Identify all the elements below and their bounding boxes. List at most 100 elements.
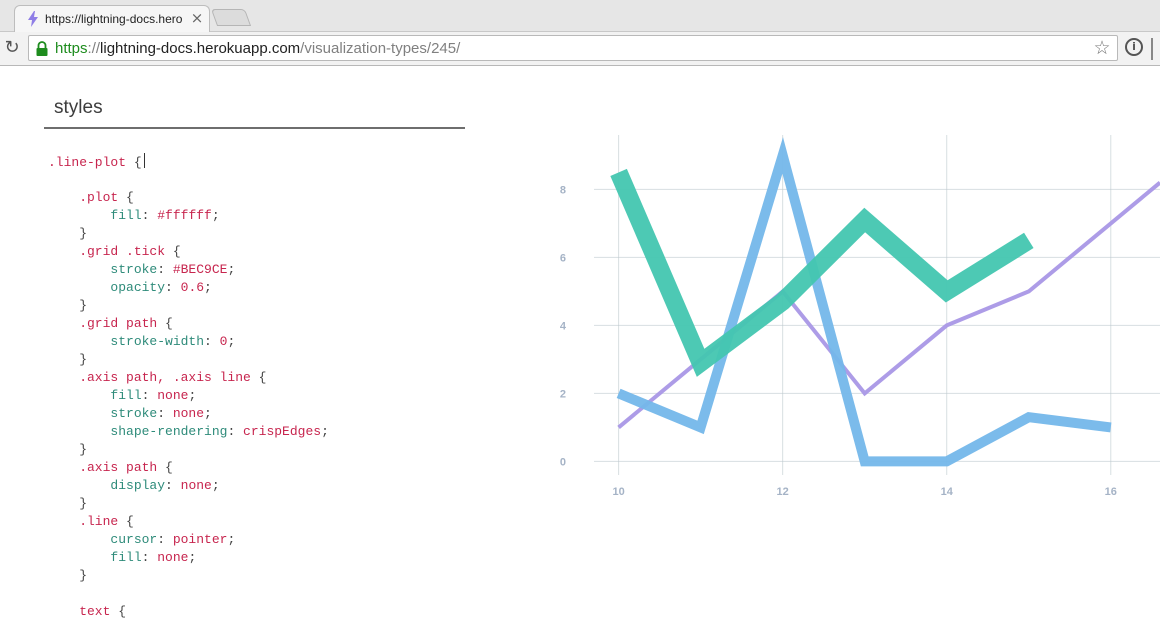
star-icon[interactable]: ☆ (1091, 37, 1113, 59)
code-token: { (118, 190, 134, 205)
code-token: opacity (48, 280, 166, 295)
code-token: ; (227, 532, 236, 547)
code-token: { (110, 604, 127, 619)
code-line: } (48, 351, 488, 369)
code-token: : (227, 424, 244, 439)
code-token: #ffffff (157, 208, 212, 223)
code-token: text (48, 604, 111, 619)
code-line: } (48, 495, 488, 513)
title-divider (44, 127, 465, 129)
code-token: } (48, 496, 88, 511)
code-line: cursor: pointer; (48, 531, 488, 549)
y-tick-label: 0 (560, 456, 566, 468)
code-token: { (118, 514, 134, 529)
code-line: opacity: 0.6; (48, 279, 488, 297)
code-token: { (157, 316, 173, 331)
x-tick-label: 14 (941, 486, 954, 498)
code-token: .plot (48, 190, 119, 205)
code-token: pointer (172, 532, 228, 547)
code-token: .grid path (48, 316, 158, 331)
code-token: 0.6 (180, 280, 205, 295)
code-token: fill (48, 388, 142, 403)
address-bar[interactable]: https://lightning-docs.herokuapp.com/vis… (28, 35, 1118, 61)
code-token: } (48, 298, 88, 313)
code-token: : (165, 280, 181, 295)
code-line: .line-plot { (48, 153, 488, 171)
code-token: .axis path, .axis line (48, 370, 251, 385)
code-token: : (141, 388, 158, 403)
code-token: .line-plot (48, 155, 127, 170)
code-token: ; (227, 334, 236, 349)
code-token: shape-rendering (48, 424, 228, 439)
text-cursor (143, 153, 145, 168)
tab-title: https://lightning-docs.herokuapp.com/vis… (45, 12, 183, 26)
close-icon[interactable]: × (189, 10, 205, 26)
toolbar-divider (1151, 38, 1153, 60)
code-line: .axis path { (48, 459, 488, 477)
code-token: ; (204, 406, 212, 421)
code-token: : (165, 478, 181, 493)
y-tick-label: 6 (560, 252, 566, 264)
code-token: #BEC9CE (172, 262, 228, 277)
x-tick-label: 12 (777, 486, 789, 498)
y-tick-label: 4 (560, 320, 567, 332)
series-line-2 (616, 137, 1112, 467)
code-token: display (48, 478, 166, 493)
code-token: : (141, 550, 158, 565)
code-token: } (48, 442, 88, 457)
code-token: ; (204, 280, 212, 295)
code-token: ; (321, 424, 329, 439)
code-token: .grid .tick (48, 244, 166, 259)
code-line: shape-rendering: crispEdges; (48, 423, 488, 441)
code-line: .grid .tick { (48, 243, 488, 261)
code-token: none (157, 388, 189, 403)
code-token: : (157, 262, 173, 277)
code-line: } (48, 225, 488, 243)
code-token: .axis path (48, 460, 158, 475)
code-token: ; (188, 550, 197, 565)
code-token: none (157, 550, 189, 565)
lightning-bolt-icon (28, 11, 38, 27)
code-token: } (48, 352, 88, 367)
code-token: ; (227, 262, 236, 277)
code-token: : (157, 406, 173, 421)
code-token: ; (211, 208, 220, 223)
code-editor[interactable]: .line-plot { .plot { fill: #ffffff; } .g… (48, 153, 488, 620)
code-token: stroke (48, 406, 158, 421)
new-tab-button[interactable] (210, 9, 252, 26)
x-tick-label: 10 (612, 486, 624, 498)
code-line: .axis path, .axis line { (48, 369, 488, 387)
code-token: cursor (48, 532, 158, 547)
code-token: ; (188, 388, 197, 403)
reload-icon[interactable]: ↻ (2, 38, 22, 58)
code-line: display: none; (48, 477, 488, 495)
code-line: } (48, 297, 488, 315)
code-line: fill: #ffffff; (48, 207, 488, 225)
code-token: } (48, 226, 88, 241)
code-line: } (48, 441, 488, 459)
code-token: fill (48, 208, 142, 223)
code-line: text { (48, 603, 488, 620)
code-token: { (126, 155, 142, 170)
code-token: : (157, 532, 173, 547)
code-line: fill: none; (48, 549, 488, 567)
code-line: stroke: none; (48, 405, 488, 423)
code-token: fill (48, 550, 142, 565)
url-path: /visualization-types/245/ (300, 40, 461, 57)
y-tick-label: 8 (560, 184, 566, 196)
code-token: crispEdges (243, 424, 322, 439)
x-tick-label: 16 (1105, 486, 1117, 498)
lock-icon (36, 41, 48, 56)
line-chart: 0 2 4 6 8 10 12 14 16 (560, 135, 1160, 498)
info-icon[interactable]: i (1125, 38, 1143, 56)
url-text[interactable]: https://lightning-docs.herokuapp.com/vis… (55, 40, 460, 58)
url-host: lightning-docs.herokuapp.com (100, 40, 301, 57)
code-token: none (172, 406, 205, 421)
series-line-3 (610, 168, 1034, 377)
code-line: } (48, 567, 488, 585)
browser-tab[interactable]: https://lightning-docs.herokuapp.com/vis… (14, 5, 210, 32)
code-token: { (165, 244, 181, 259)
code-token: stroke (48, 262, 158, 277)
